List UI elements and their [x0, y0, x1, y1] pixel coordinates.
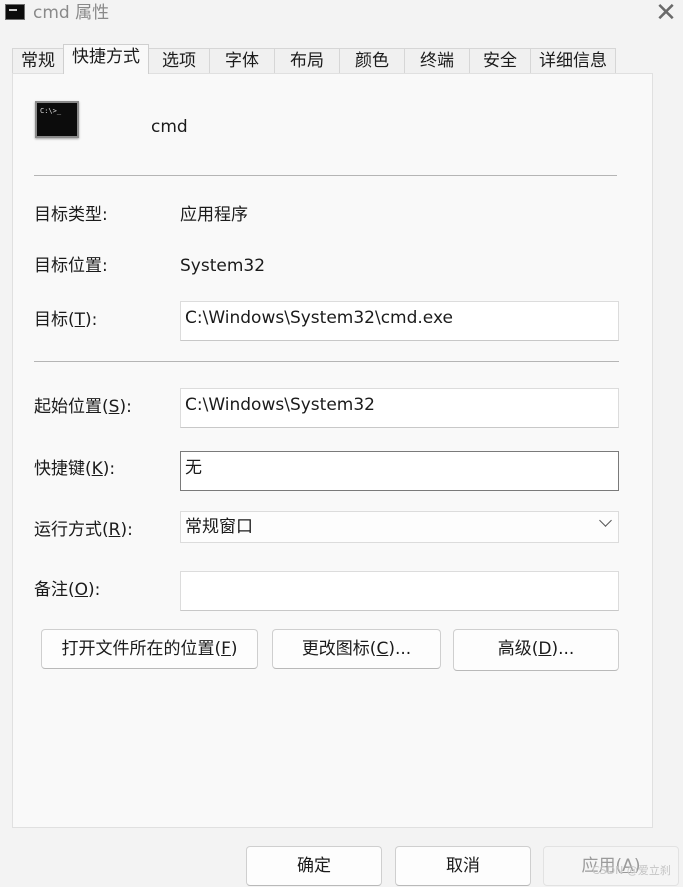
tab-details[interactable]: 详细信息: [530, 48, 616, 74]
cmd-prompt-text: C:\>_: [40, 107, 62, 115]
tab-terminal[interactable]: 终端: [404, 48, 470, 74]
cancel-button[interactable]: 取消: [395, 846, 531, 886]
start-in-label: 起始位置(S):: [34, 397, 132, 417]
target-location-label: 目标位置:: [34, 256, 108, 276]
window-title: cmd 属性: [33, 3, 110, 23]
ok-button[interactable]: 确定: [246, 846, 382, 886]
target-location-value: System32: [180, 256, 266, 276]
open-file-location-button[interactable]: 打开文件所在的位置(F): [41, 629, 258, 669]
tab-options[interactable]: 选项: [148, 48, 210, 74]
program-name: cmd: [151, 117, 188, 137]
run-select[interactable]: 常规窗口: [180, 511, 619, 543]
target-type-value: 应用程序: [180, 205, 248, 225]
cmd-app-icon: [5, 4, 25, 20]
comment-label: 备注(O):: [34, 580, 101, 600]
watermark: CSDN @爱立刹: [592, 864, 671, 877]
divider: [34, 175, 617, 176]
start-in-input[interactable]: C:\Windows\System32: [180, 388, 619, 428]
change-icon-button[interactable]: 更改图标(C)...: [272, 629, 441, 669]
tab-layout[interactable]: 布局: [274, 48, 340, 74]
target-type-label: 目标类型:: [34, 205, 108, 225]
tab-shortcut[interactable]: 快捷方式: [63, 44, 149, 74]
run-select-value: 常规窗口: [185, 517, 253, 537]
cmd-program-icon: C:\>_: [35, 101, 79, 138]
tab-security[interactable]: 安全: [469, 48, 531, 74]
tab-colors[interactable]: 颜色: [339, 48, 405, 74]
target-input[interactable]: C:\Windows\System32\cmd.exe: [180, 301, 619, 341]
run-label: 运行方式(R):: [34, 520, 133, 540]
tab-general[interactable]: 常规: [12, 48, 64, 74]
shortcut-key-input[interactable]: 无: [180, 451, 619, 491]
tab-font[interactable]: 字体: [209, 48, 275, 74]
divider: [34, 361, 619, 362]
title-bar: cmd 属性 ✕: [0, 0, 683, 32]
comment-input[interactable]: [180, 571, 619, 611]
chevron-down-icon: [599, 514, 612, 527]
close-icon[interactable]: ✕: [651, 0, 681, 28]
target-label: 目标(T):: [34, 310, 98, 330]
advanced-button[interactable]: 高级(D)...: [453, 629, 619, 671]
tab-strip: 常规 快捷方式 选项 字体 布局 颜色 终端 安全 详细信息: [12, 44, 616, 74]
shortcut-key-label: 快捷键(K):: [34, 459, 116, 479]
